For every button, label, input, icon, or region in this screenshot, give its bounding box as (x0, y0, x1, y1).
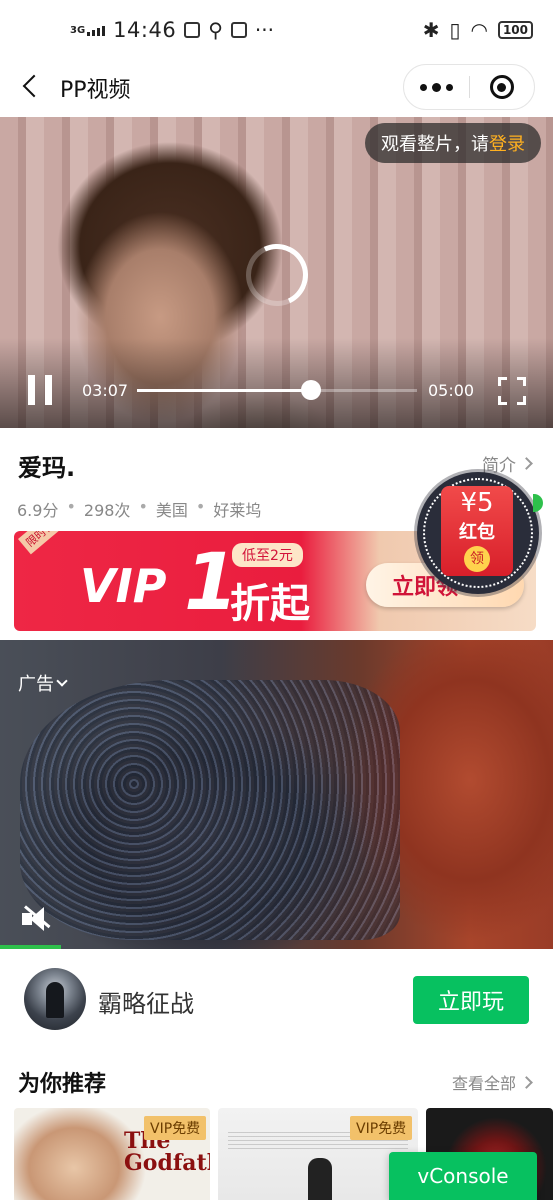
page-title: PP视频 (60, 78, 131, 103)
red-packet-card: ¥5 红包 领 (441, 486, 513, 576)
vip-low-price-tag: 低至2元 (232, 543, 303, 567)
chevron-right-icon (520, 1075, 533, 1089)
back-arrow-icon[interactable] (18, 72, 48, 102)
login-prompt-text: 观看整片，请 (381, 134, 489, 155)
chevron-down-icon (56, 675, 68, 687)
nav-bar: PP视频 (0, 60, 553, 116)
red-packet-side-tab (533, 494, 543, 512)
ad-scene-image (20, 680, 400, 940)
status-bar: 3G 14:46 ⚲ ··· ✱ ▯ ◠ 100 (0, 0, 553, 60)
movie-region: 美国 (155, 501, 188, 520)
current-time: 03:07 (82, 381, 129, 400)
ad-label-text: 广告 (18, 674, 54, 695)
miniprogram-capsule (403, 64, 535, 110)
close-circle-icon[interactable] (470, 65, 535, 109)
network-type: 3G (70, 24, 86, 36)
recommend-item[interactable]: The Godfather VIP免费 (14, 1108, 210, 1200)
game-avatar (24, 968, 86, 1030)
wifi-icon: ◠ (470, 18, 488, 42)
vibrate-icon: ▯ (449, 18, 461, 42)
poster-figure (308, 1158, 332, 1200)
video-player[interactable]: 观看整片，请 登录 03:07 05:00 (0, 117, 553, 428)
meta-separator: • (66, 497, 76, 516)
login-link[interactable]: 登录 (489, 130, 525, 156)
game-name: 霸略征战 (98, 990, 194, 1018)
vip-free-badge: VIP免费 (144, 1116, 207, 1140)
more-notifications-icon: ··· (254, 18, 274, 42)
vip-discount-suffix: 折起 (230, 581, 310, 627)
play-now-button[interactable]: 立即玩 (413, 976, 529, 1024)
ad-label[interactable]: 广告 (18, 670, 68, 696)
status-time: 14:46 (113, 18, 177, 42)
login-prompt[interactable]: 观看整片，请 登录 (365, 123, 541, 163)
usb-icon: ⚲ (208, 18, 223, 42)
movie-score: 6.9分 (17, 501, 59, 520)
meta-separator: • (195, 497, 206, 516)
pause-icon[interactable] (28, 375, 52, 405)
notification-icon (184, 22, 201, 38)
progress-knob[interactable] (300, 380, 321, 400)
more-dots-icon[interactable] (404, 65, 469, 109)
fullscreen-icon[interactable] (498, 377, 526, 405)
loading-spinner-icon (237, 235, 317, 315)
see-all-link[interactable]: 查看全部 (451, 1070, 533, 1094)
app-notification-icon (230, 22, 247, 38)
status-right: ✱ ▯ ◠ 100 (423, 18, 533, 42)
vip-limited-tag: 限时福利 (18, 531, 71, 555)
red-packet-amount: ¥5 (460, 488, 494, 518)
vip-text: VIP (80, 559, 167, 613)
movie-title: 爱玛. (18, 454, 76, 482)
signal-icon: 3G (70, 24, 106, 36)
movie-meta: 6.9分 • 298次 • 美国 • 好莱坞 (17, 497, 261, 521)
recommend-item[interactable]: VIP免费 (218, 1108, 418, 1200)
see-all-label: 查看全部 (451, 1074, 516, 1093)
bluetooth-icon: ✱ (422, 18, 440, 42)
vip-free-badge: VIP免费 (350, 1116, 413, 1140)
recommend-title: 为你推荐 (18, 1072, 107, 1097)
red-packet-claim: 领 (464, 546, 490, 572)
movie-genre: 好莱坞 (213, 501, 262, 520)
red-packet-float[interactable]: ¥5 红包 领 (417, 472, 543, 594)
progress-track[interactable] (137, 389, 417, 392)
ad-progress-bar (0, 945, 61, 949)
ad-video[interactable]: 广告 (0, 640, 553, 949)
battery-icon: 100 (497, 21, 533, 39)
chevron-right-icon (520, 457, 533, 470)
mute-icon[interactable] (22, 905, 56, 935)
vconsole-button[interactable]: vConsole (389, 1152, 537, 1200)
red-packet-label: 红包 (459, 522, 495, 543)
total-time: 05:00 (428, 381, 475, 400)
status-left: 3G 14:46 ⚲ ··· (70, 18, 274, 42)
progress-fill (137, 389, 311, 392)
meta-separator: • (138, 497, 148, 516)
movie-views: 298次 (83, 501, 131, 520)
